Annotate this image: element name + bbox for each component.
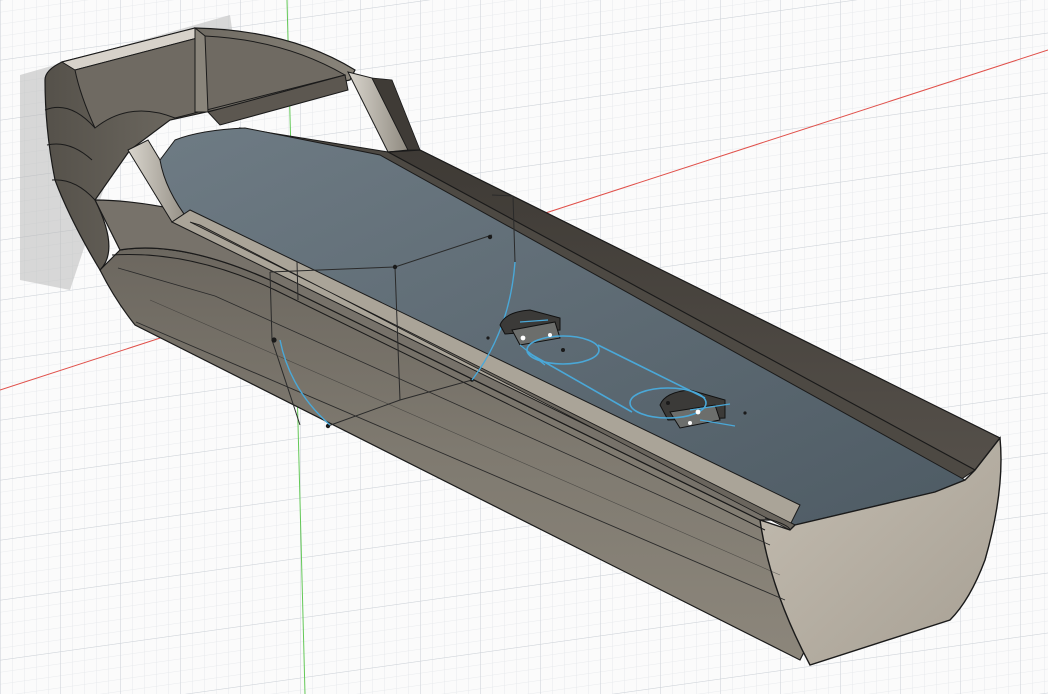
3d-viewport[interactable] <box>0 0 1048 694</box>
model-scene[interactable] <box>0 0 1048 694</box>
